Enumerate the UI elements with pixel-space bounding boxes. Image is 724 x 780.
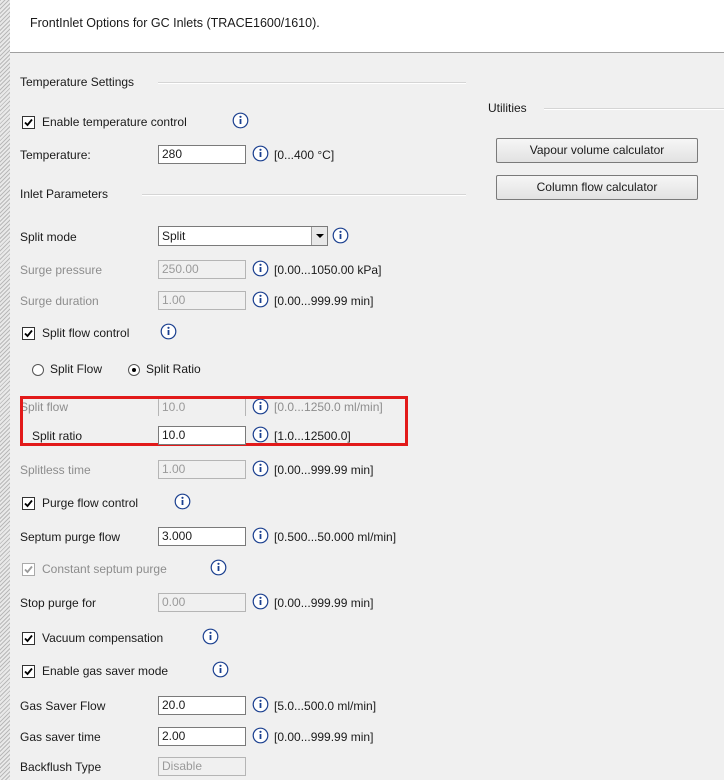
gas-saver-time-range: [0.00...999.99 min] [274,730,374,744]
split-ratio-range: [1.0...12500.0] [274,429,351,443]
gas-saver-mode-checkbox[interactable] [22,665,35,678]
dialog-header: FrontInlet Options for GC Inlets (TRACE1… [10,0,724,53]
utilities-group-line [544,108,724,110]
constant-septum-purge-label: Constant septum purge [42,562,167,576]
split-mode-select[interactable]: Split [158,226,328,246]
gas-saver-time-input[interactable]: 2.00 [158,727,246,746]
purge-flow-control-label: Purge flow control [42,496,139,510]
temperature-range: [0...400 °C] [274,148,335,162]
split-mode-value: Split [162,229,186,243]
septum-purge-flow-range: [0.500...50.000 ml/min] [274,530,397,544]
info-icon[interactable] [212,661,229,678]
split-ratio-input[interactable]: 10.0 [158,426,246,445]
info-icon[interactable] [202,628,219,645]
temperature-group-line [158,82,466,84]
septum-purge-flow-label: Septum purge flow [20,530,121,544]
info-icon[interactable] [252,426,269,443]
surge-pressure-input[interactable]: 250.00 [158,260,246,279]
info-icon[interactable] [252,696,269,713]
inlet-group-line [142,194,466,196]
split-flow-radio[interactable] [32,364,44,376]
enable-temperature-checkbox[interactable] [22,116,35,129]
split-ratio-label: Split ratio [32,429,83,443]
stop-purge-input[interactable]: 0.00 [158,593,246,612]
split-ratio-radio[interactable] [128,364,140,376]
gas-saver-flow-input[interactable]: 20.0 [158,696,246,715]
info-icon[interactable] [252,260,269,277]
dialog-title: FrontInlet Options for GC Inlets (TRACE1… [30,16,320,30]
constant-septum-purge-checkbox[interactable] [22,563,35,576]
split-ratio-radio-label: Split Ratio [146,362,201,376]
backflush-type-label: Backflush Type [20,760,102,774]
split-flow-control-checkbox[interactable] [22,327,35,340]
utilities-group-title: Utilities [488,101,527,115]
surge-duration-input[interactable]: 1.00 [158,291,246,310]
info-icon[interactable] [252,593,269,610]
purge-flow-control-checkbox[interactable] [22,497,35,510]
inlet-group-title: Inlet Parameters [20,187,109,201]
column-flow-calculator-button[interactable]: Column flow calculator [496,175,698,200]
vacuum-compensation-checkbox[interactable] [22,632,35,645]
vacuum-compensation-label: Vacuum compensation [42,631,164,645]
gas-saver-flow-range: [5.0...500.0 ml/min] [274,699,377,713]
temperature-input[interactable]: 280 [158,145,246,164]
enable-temperature-label: Enable temperature control [42,115,187,129]
split-mode-label: Split mode [20,230,77,244]
vapour-volume-calculator-button[interactable]: Vapour volume calculator [496,138,698,163]
surge-pressure-range: [0.00...1050.00 kPa] [274,263,382,277]
splitless-time-range: [0.00...999.99 min] [274,463,374,477]
gas-saver-flow-label: Gas Saver Flow [20,699,106,713]
info-icon[interactable] [174,493,191,510]
backflush-type-input[interactable]: Disable [158,757,246,776]
temperature-group-title: Temperature Settings [20,75,135,89]
info-icon[interactable] [232,112,249,129]
info-icon[interactable] [252,727,269,744]
info-icon[interactable] [252,291,269,308]
splitless-time-input[interactable]: 1.00 [158,460,246,479]
surge-pressure-label: Surge pressure [20,263,103,277]
info-icon[interactable] [210,559,227,576]
options-panel: Temperature Settings Enable temperature … [10,53,724,780]
info-icon[interactable] [252,460,269,477]
surge-duration-range: [0.00...999.99 min] [274,294,374,308]
splitless-time-label: Splitless time [20,463,91,477]
info-icon[interactable] [252,145,269,162]
gas-saver-mode-label: Enable gas saver mode [42,664,169,678]
temperature-label: Temperature: [20,148,91,162]
info-icon[interactable] [252,527,269,544]
split-flow-radio-label: Split Flow [50,362,103,376]
stop-purge-range: [0.00...999.99 min] [274,596,374,610]
surge-duration-label: Surge duration [20,294,99,308]
septum-purge-flow-input[interactable]: 3.000 [158,527,246,546]
info-icon[interactable] [160,323,177,340]
chevron-down-icon[interactable] [311,227,327,245]
info-icon[interactable] [332,227,349,244]
split-flow-control-label: Split flow control [42,326,130,340]
gas-saver-time-label: Gas saver time [20,730,101,744]
stop-purge-label: Stop purge for [20,596,97,610]
